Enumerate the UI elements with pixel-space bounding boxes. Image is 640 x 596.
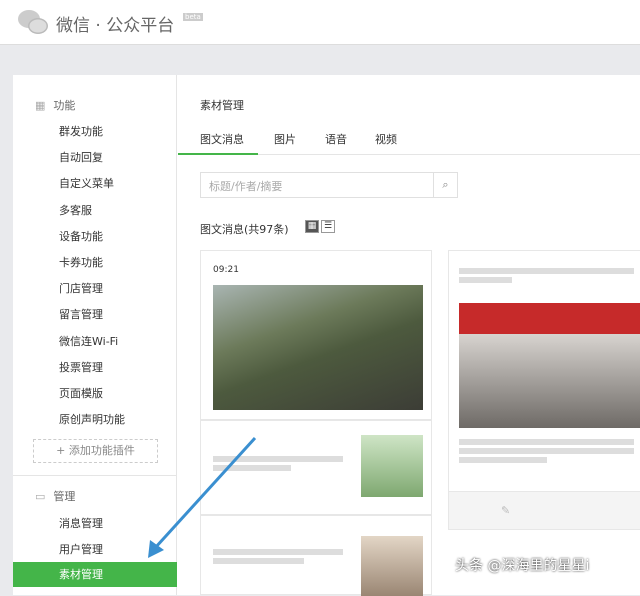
watermark: 头条 @深海里的星星i [455,558,590,574]
card-thumbnail [361,435,423,497]
sidebar-item[interactable]: 卡券功能 [59,254,103,270]
tab-voice[interactable]: 语音 [325,131,347,147]
app-title: 微信 · 公众平台 [56,16,175,36]
sidebar-item[interactable]: 自定义菜单 [59,175,114,191]
search-icon[interactable]: ⌕ [433,173,457,197]
card-thumbnail [361,536,423,596]
sidebar-item[interactable]: 自动回复 [59,149,103,165]
grid-icon: ▦ [35,98,46,112]
sidebar-item-messages[interactable]: 消息管理 [59,515,103,531]
sidebar-item[interactable]: 多客服 [59,202,92,218]
article-card[interactable] [200,420,432,515]
sidebar: ▦ 功能 群发功能自动回复自定义菜单多客服设备功能卡券功能门店管理留言管理微信连W… [13,75,177,595]
tab-images[interactable]: 图片 [274,131,296,147]
sidebar-item[interactable]: 微信连Wi-Fi [59,333,118,349]
article-card[interactable] [200,515,432,596]
card-image [459,303,640,428]
wechat-logo-icon [18,10,48,34]
grid-view-icon[interactable]: ▦ [305,220,319,233]
top-bar: 微信 · 公众平台 beta [0,0,640,45]
main-area: 素材管理 图文消息 图片 语音 视频 标题/作者/摘要 ⌕ 图文消息(共97条) … [178,75,640,596]
list-view-icon[interactable]: ☰ [321,220,335,233]
inbox-icon: ▭ [35,489,46,503]
article-card[interactable]: 09:21 [200,250,432,420]
card-image [213,285,423,410]
article-count: 图文消息(共97条) [200,223,289,236]
sidebar-item-users[interactable]: 用户管理 [59,541,103,557]
sidebar-item[interactable]: 页面模版 [59,385,103,401]
sidebar-item[interactable]: 设备功能 [59,228,103,244]
beta-badge: beta [183,13,203,21]
page-title: 素材管理 [200,99,244,112]
sidebar-item[interactable]: 投票管理 [59,359,103,375]
tab-video[interactable]: 视频 [375,131,397,147]
sidebar-item-materials[interactable]: 素材管理 [13,562,177,587]
tab-articles[interactable]: 图文消息 [178,131,258,155]
add-plugin-button[interactable]: + 添加功能插件 [33,439,158,463]
sidebar-section-features: ▦ 功能 [35,98,76,113]
content-panel: ▦ 功能 群发功能自动回复自定义菜单多客服设备功能卡券功能门店管理留言管理微信连W… [13,75,640,596]
sidebar-item[interactable]: 群发功能 [59,123,103,139]
sidebar-item[interactable]: 留言管理 [59,306,103,322]
tab-bar: 图文消息 图片 语音 视频 [178,125,640,155]
sidebar-section-manage: ▭ 管理 [35,489,76,504]
edit-icon[interactable]: ✎ [449,491,640,529]
card-time: 09:21 [213,265,239,275]
search-input[interactable]: 标题/作者/摘要 ⌕ [200,172,458,198]
article-card[interactable]: ✎ [448,250,640,530]
sidebar-item[interactable]: 原创声明功能 [59,411,125,427]
sidebar-item[interactable]: 门店管理 [59,280,103,296]
